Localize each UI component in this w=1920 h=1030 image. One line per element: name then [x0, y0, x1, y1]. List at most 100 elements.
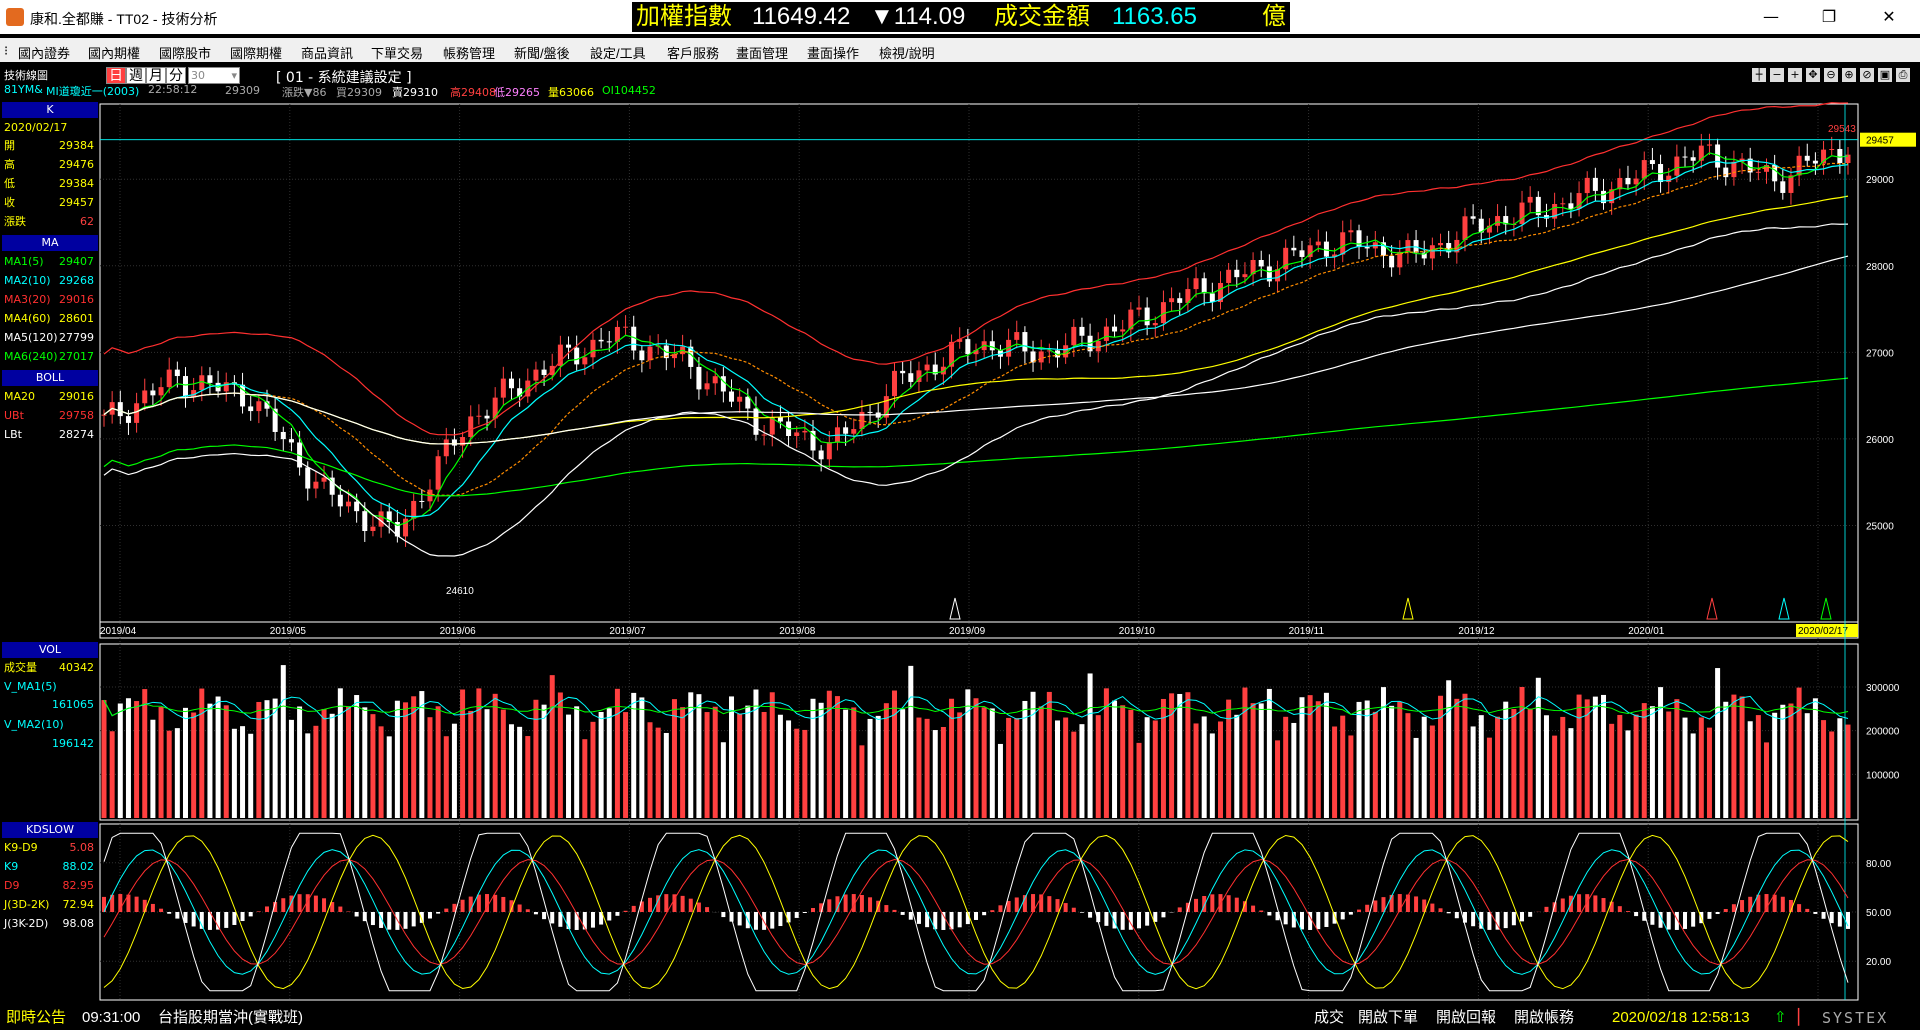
kd-histogram-bar	[1715, 912, 1720, 915]
candle-body	[900, 370, 906, 374]
vol-row: 成交量 40342	[4, 660, 96, 676]
open-order-button[interactable]: 開啟下單	[1358, 1006, 1418, 1030]
kd-histogram-bar	[264, 906, 269, 912]
technical-chart[interactable]: 29000 28000 27000 26000 25000 2019/04 2019/05 2…	[0, 0, 1920, 1006]
ma-row: MA3(20) 29016	[4, 292, 96, 308]
volume-bar	[981, 707, 987, 818]
announcement-label[interactable]: 即時公告	[6, 1006, 66, 1030]
volume-bar	[704, 712, 710, 818]
volume-bar	[1478, 715, 1484, 818]
volume-bar	[794, 728, 800, 818]
candle-body	[745, 396, 751, 409]
boll-value: 28274	[59, 428, 94, 441]
k-row-change: 漲跌 62	[4, 214, 96, 230]
volume-bar	[590, 721, 596, 818]
kd-value: 98.08	[62, 917, 95, 930]
signal-triangle-icon	[1402, 597, 1414, 620]
volume-bar	[1511, 709, 1517, 818]
kd-histogram-bar	[607, 912, 612, 921]
candle-body	[1014, 332, 1020, 340]
candle-body	[174, 369, 180, 377]
volume-bar	[329, 713, 335, 818]
ma5-line	[103, 152, 1849, 527]
boll-row: MA20 29016	[4, 389, 96, 405]
ma20-line	[103, 162, 1849, 497]
kd-histogram-bar	[1829, 912, 1834, 924]
volume-bar	[1340, 715, 1346, 818]
announcement-message[interactable]: 台指股期當沖(實戰班)	[158, 1006, 303, 1030]
candle-body	[280, 431, 286, 440]
candle-body	[1071, 326, 1077, 346]
candle-body	[1169, 298, 1175, 303]
volume-bar	[1780, 704, 1786, 818]
kd-histogram-bar	[1723, 908, 1728, 912]
volume-bar	[101, 700, 107, 818]
candle-body	[1568, 203, 1574, 209]
kd-label: J(3D-2K)	[4, 898, 50, 911]
kd-histogram-bar	[1780, 896, 1785, 912]
kd-histogram-bar	[436, 912, 441, 914]
kd-histogram-bar	[802, 912, 807, 914]
month-label: 2019/04	[100, 626, 137, 637]
up-arrow-icon: ⇧	[1774, 1009, 1787, 1026]
candle-body	[1234, 269, 1240, 278]
volume-bar	[973, 698, 979, 818]
candle-body	[566, 344, 572, 348]
volume-bar	[680, 707, 686, 818]
volume-bar	[533, 699, 539, 818]
volume-bar	[1421, 716, 1427, 818]
volume-bar	[1038, 706, 1044, 818]
volume-bar	[1332, 726, 1338, 818]
open-report-button[interactable]: 開啟回報	[1436, 1006, 1496, 1030]
boll-upper-line	[103, 102, 1849, 436]
k-value: 29476	[59, 158, 94, 171]
ma-row: MA4(60) 28601	[4, 311, 96, 327]
volume-bar	[484, 709, 490, 818]
trades-button[interactable]: 成交	[1314, 1006, 1344, 1030]
kd-histogram-bar	[297, 894, 302, 912]
candle-body	[1193, 278, 1199, 290]
kd-histogram-bar	[1683, 912, 1688, 929]
volume-bar	[321, 708, 327, 818]
candle-body	[508, 378, 514, 389]
ma-panel-title: MA	[2, 235, 98, 251]
ma-label: MA2(10)	[4, 274, 51, 287]
volume-bar	[1372, 711, 1378, 818]
kd-histogram-bar	[1846, 912, 1850, 929]
volume-bar	[460, 689, 466, 818]
candle-body	[818, 450, 824, 460]
open-account-button[interactable]: 開啟帳務	[1514, 1006, 1574, 1030]
kd-histogram-bar	[1365, 904, 1370, 912]
kd-histogram-bar	[150, 903, 155, 912]
ma-value: 27799	[59, 331, 94, 344]
volume-bar	[712, 706, 718, 818]
volume-bar	[696, 694, 702, 818]
kd-histogram-bar	[664, 894, 669, 912]
kd-histogram-bar	[892, 909, 897, 912]
candle-body	[777, 417, 783, 422]
candle-body	[1592, 177, 1598, 191]
volume-bar	[1845, 724, 1851, 818]
candle-body	[598, 339, 604, 342]
kd-histogram-bar	[982, 912, 987, 916]
volume-bar	[1234, 714, 1240, 818]
kd-histogram-bar	[1316, 912, 1321, 930]
k-value: 29457	[59, 196, 94, 209]
volume-bar	[1674, 699, 1680, 818]
volume-bar	[1764, 742, 1770, 818]
volume-bar	[1217, 721, 1223, 818]
volume-bar	[231, 728, 237, 818]
candle-body	[574, 347, 580, 365]
status-bar: 即時公告 09:31:00 台指股期當沖(實戰班) 成交 開啟下單 開啟回報 開…	[0, 1006, 1920, 1030]
volume-bar	[834, 696, 840, 818]
volume-bar	[786, 720, 792, 818]
ma-row: MA6(240) 27017	[4, 349, 96, 365]
volume-bar	[1152, 720, 1158, 818]
volume-bar	[1690, 733, 1696, 818]
kd-histogram-bar	[623, 910, 628, 912]
status-datetime: 2020/02/18 12:58:13	[1612, 1009, 1750, 1026]
volume-bar	[158, 707, 164, 818]
candle-body	[892, 370, 898, 397]
kd-histogram-bar	[313, 895, 318, 912]
volume-bar	[1446, 680, 1452, 818]
